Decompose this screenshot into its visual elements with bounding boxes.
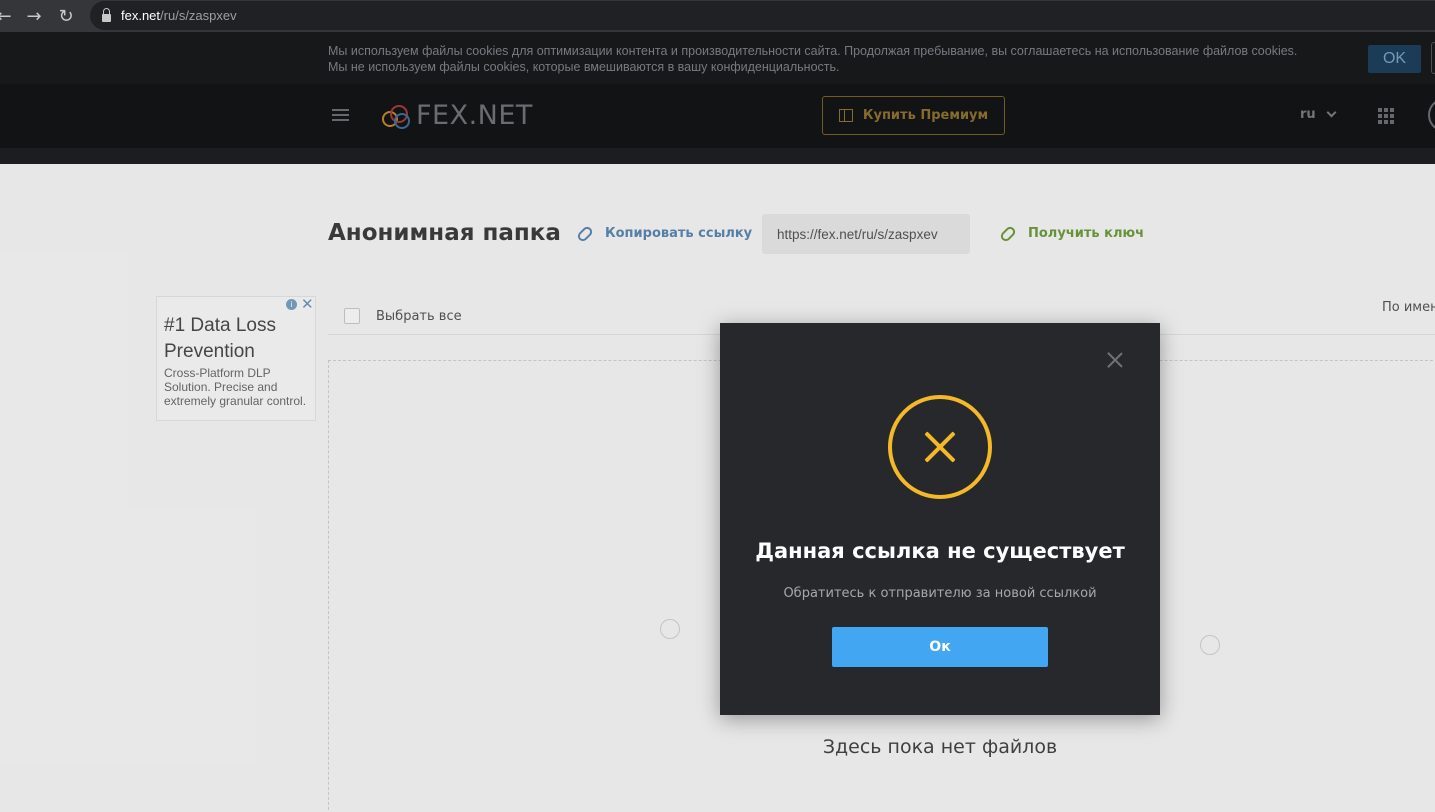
reload-icon[interactable]: ↻ <box>52 2 80 30</box>
address-url[interactable]: fex.net/ru/s/zaspxev <box>121 8 237 23</box>
modal-title: Данная ссылка не существует <box>755 539 1125 563</box>
error-modal: Данная ссылка не существует Обратитесь к… <box>720 323 1160 715</box>
modal-ok-button[interactable]: Ок <box>832 627 1048 667</box>
lock-icon <box>102 7 111 22</box>
modal-backdrop[interactable] <box>0 32 1435 812</box>
error-x-icon <box>888 395 992 499</box>
browser-toolbar: ← → ↻ fex.net/ru/s/zaspxev <box>0 0 1435 32</box>
forward-arrow-icon[interactable]: → <box>20 2 48 30</box>
address-bar[interactable]: fex.net/ru/s/zaspxev <box>90 1 1435 30</box>
close-icon[interactable] <box>1106 351 1124 369</box>
back-arrow-icon[interactable]: ← <box>0 2 18 30</box>
modal-subtitle: Обратитесь к отправителю за новой ссылко… <box>783 586 1097 601</box>
